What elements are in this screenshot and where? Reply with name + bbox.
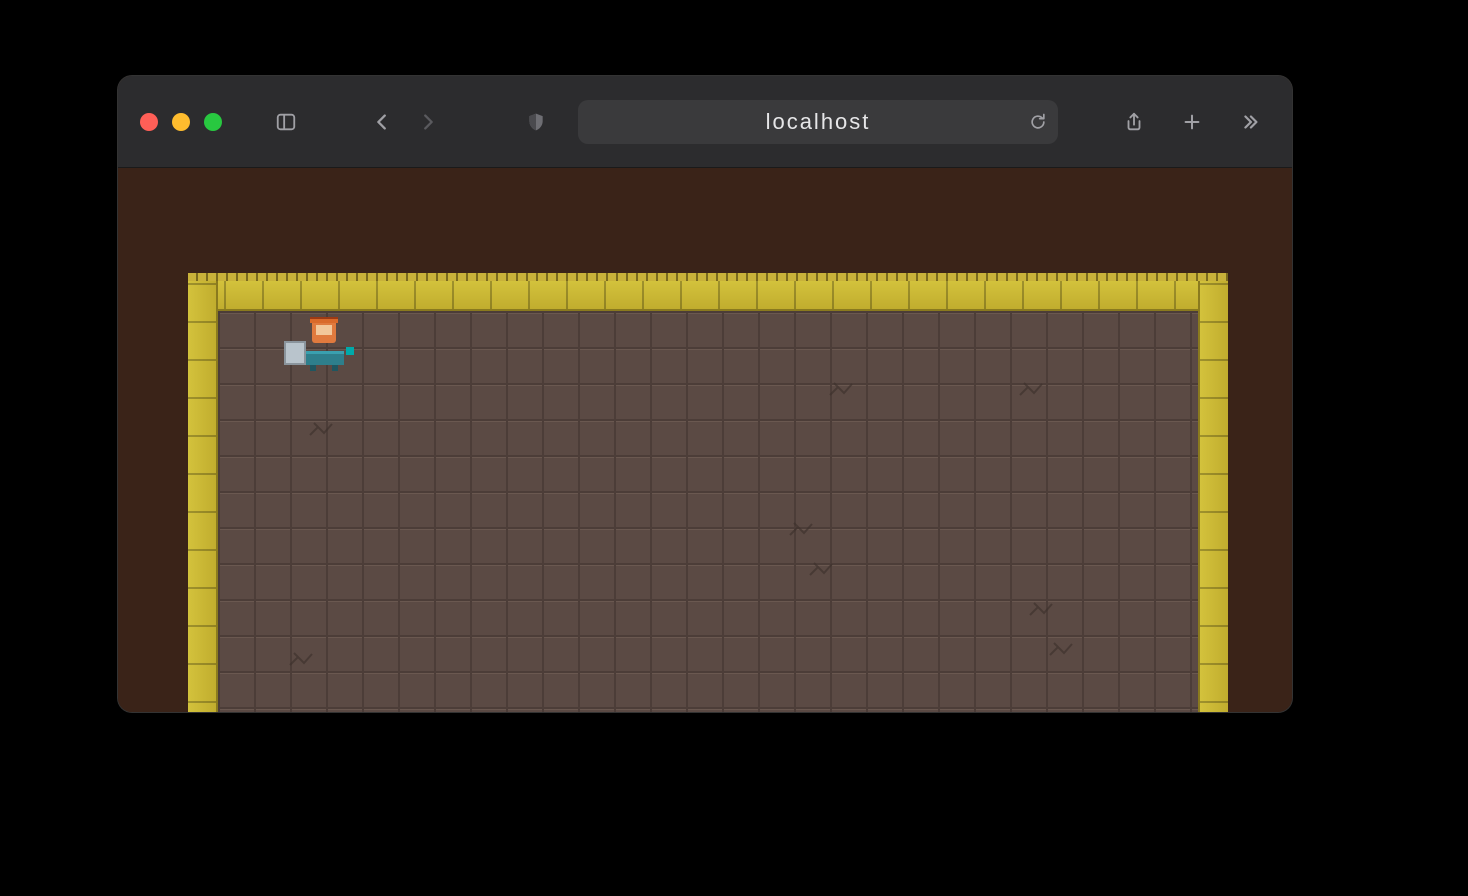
page-viewport bbox=[118, 168, 1292, 712]
chevron-left-icon bbox=[371, 111, 393, 133]
floor-crack-icon bbox=[1048, 641, 1078, 659]
plus-icon bbox=[1181, 111, 1203, 133]
npc-headband-icon bbox=[310, 317, 338, 323]
floor-crack-icon bbox=[808, 561, 838, 579]
tab-overflow-button[interactable] bbox=[1230, 102, 1270, 142]
share-button[interactable] bbox=[1114, 102, 1154, 142]
sidebar-toggle-button[interactable] bbox=[266, 102, 306, 142]
floor-crack-icon bbox=[1028, 601, 1058, 619]
new-tab-button[interactable] bbox=[1172, 102, 1212, 142]
toolbar-right bbox=[1114, 102, 1270, 142]
wall-right bbox=[1198, 281, 1228, 712]
privacy-shield-button[interactable] bbox=[516, 102, 556, 142]
floor-crack-icon bbox=[308, 421, 338, 439]
reload-icon bbox=[1028, 112, 1048, 132]
wall-left bbox=[188, 281, 218, 712]
floor-crack-icon bbox=[788, 521, 818, 539]
share-icon bbox=[1123, 111, 1145, 133]
game-map[interactable] bbox=[188, 281, 1228, 712]
chevrons-right-icon bbox=[1239, 111, 1261, 133]
reload-button[interactable] bbox=[1028, 112, 1048, 132]
chevron-right-icon bbox=[417, 111, 439, 133]
address-bar[interactable]: localhost bbox=[578, 100, 1058, 144]
window-controls bbox=[140, 113, 222, 131]
dungeon-floor bbox=[218, 311, 1198, 712]
browser-window: localhost bbox=[118, 76, 1292, 712]
anvil-box-icon bbox=[284, 341, 306, 365]
address-text: localhost bbox=[766, 109, 871, 135]
npc-face-icon bbox=[316, 325, 332, 335]
nav-buttons bbox=[362, 102, 448, 142]
player-sprite[interactable] bbox=[284, 313, 354, 365]
close-window-button[interactable] bbox=[140, 113, 158, 131]
floor-crack-icon bbox=[288, 651, 318, 669]
forward-button[interactable] bbox=[408, 102, 448, 142]
cup-icon bbox=[346, 347, 354, 355]
browser-toolbar: localhost bbox=[118, 76, 1292, 168]
workbench-icon bbox=[306, 351, 344, 365]
wall-top bbox=[188, 281, 1228, 311]
sidebar-icon bbox=[275, 111, 297, 133]
floor-crack-icon bbox=[1018, 381, 1048, 399]
minimize-window-button[interactable] bbox=[172, 113, 190, 131]
floor-crack-icon bbox=[828, 381, 858, 399]
shield-icon bbox=[526, 111, 546, 133]
fullscreen-window-button[interactable] bbox=[204, 113, 222, 131]
wall-top-crenellation bbox=[188, 273, 1228, 281]
back-button[interactable] bbox=[362, 102, 402, 142]
